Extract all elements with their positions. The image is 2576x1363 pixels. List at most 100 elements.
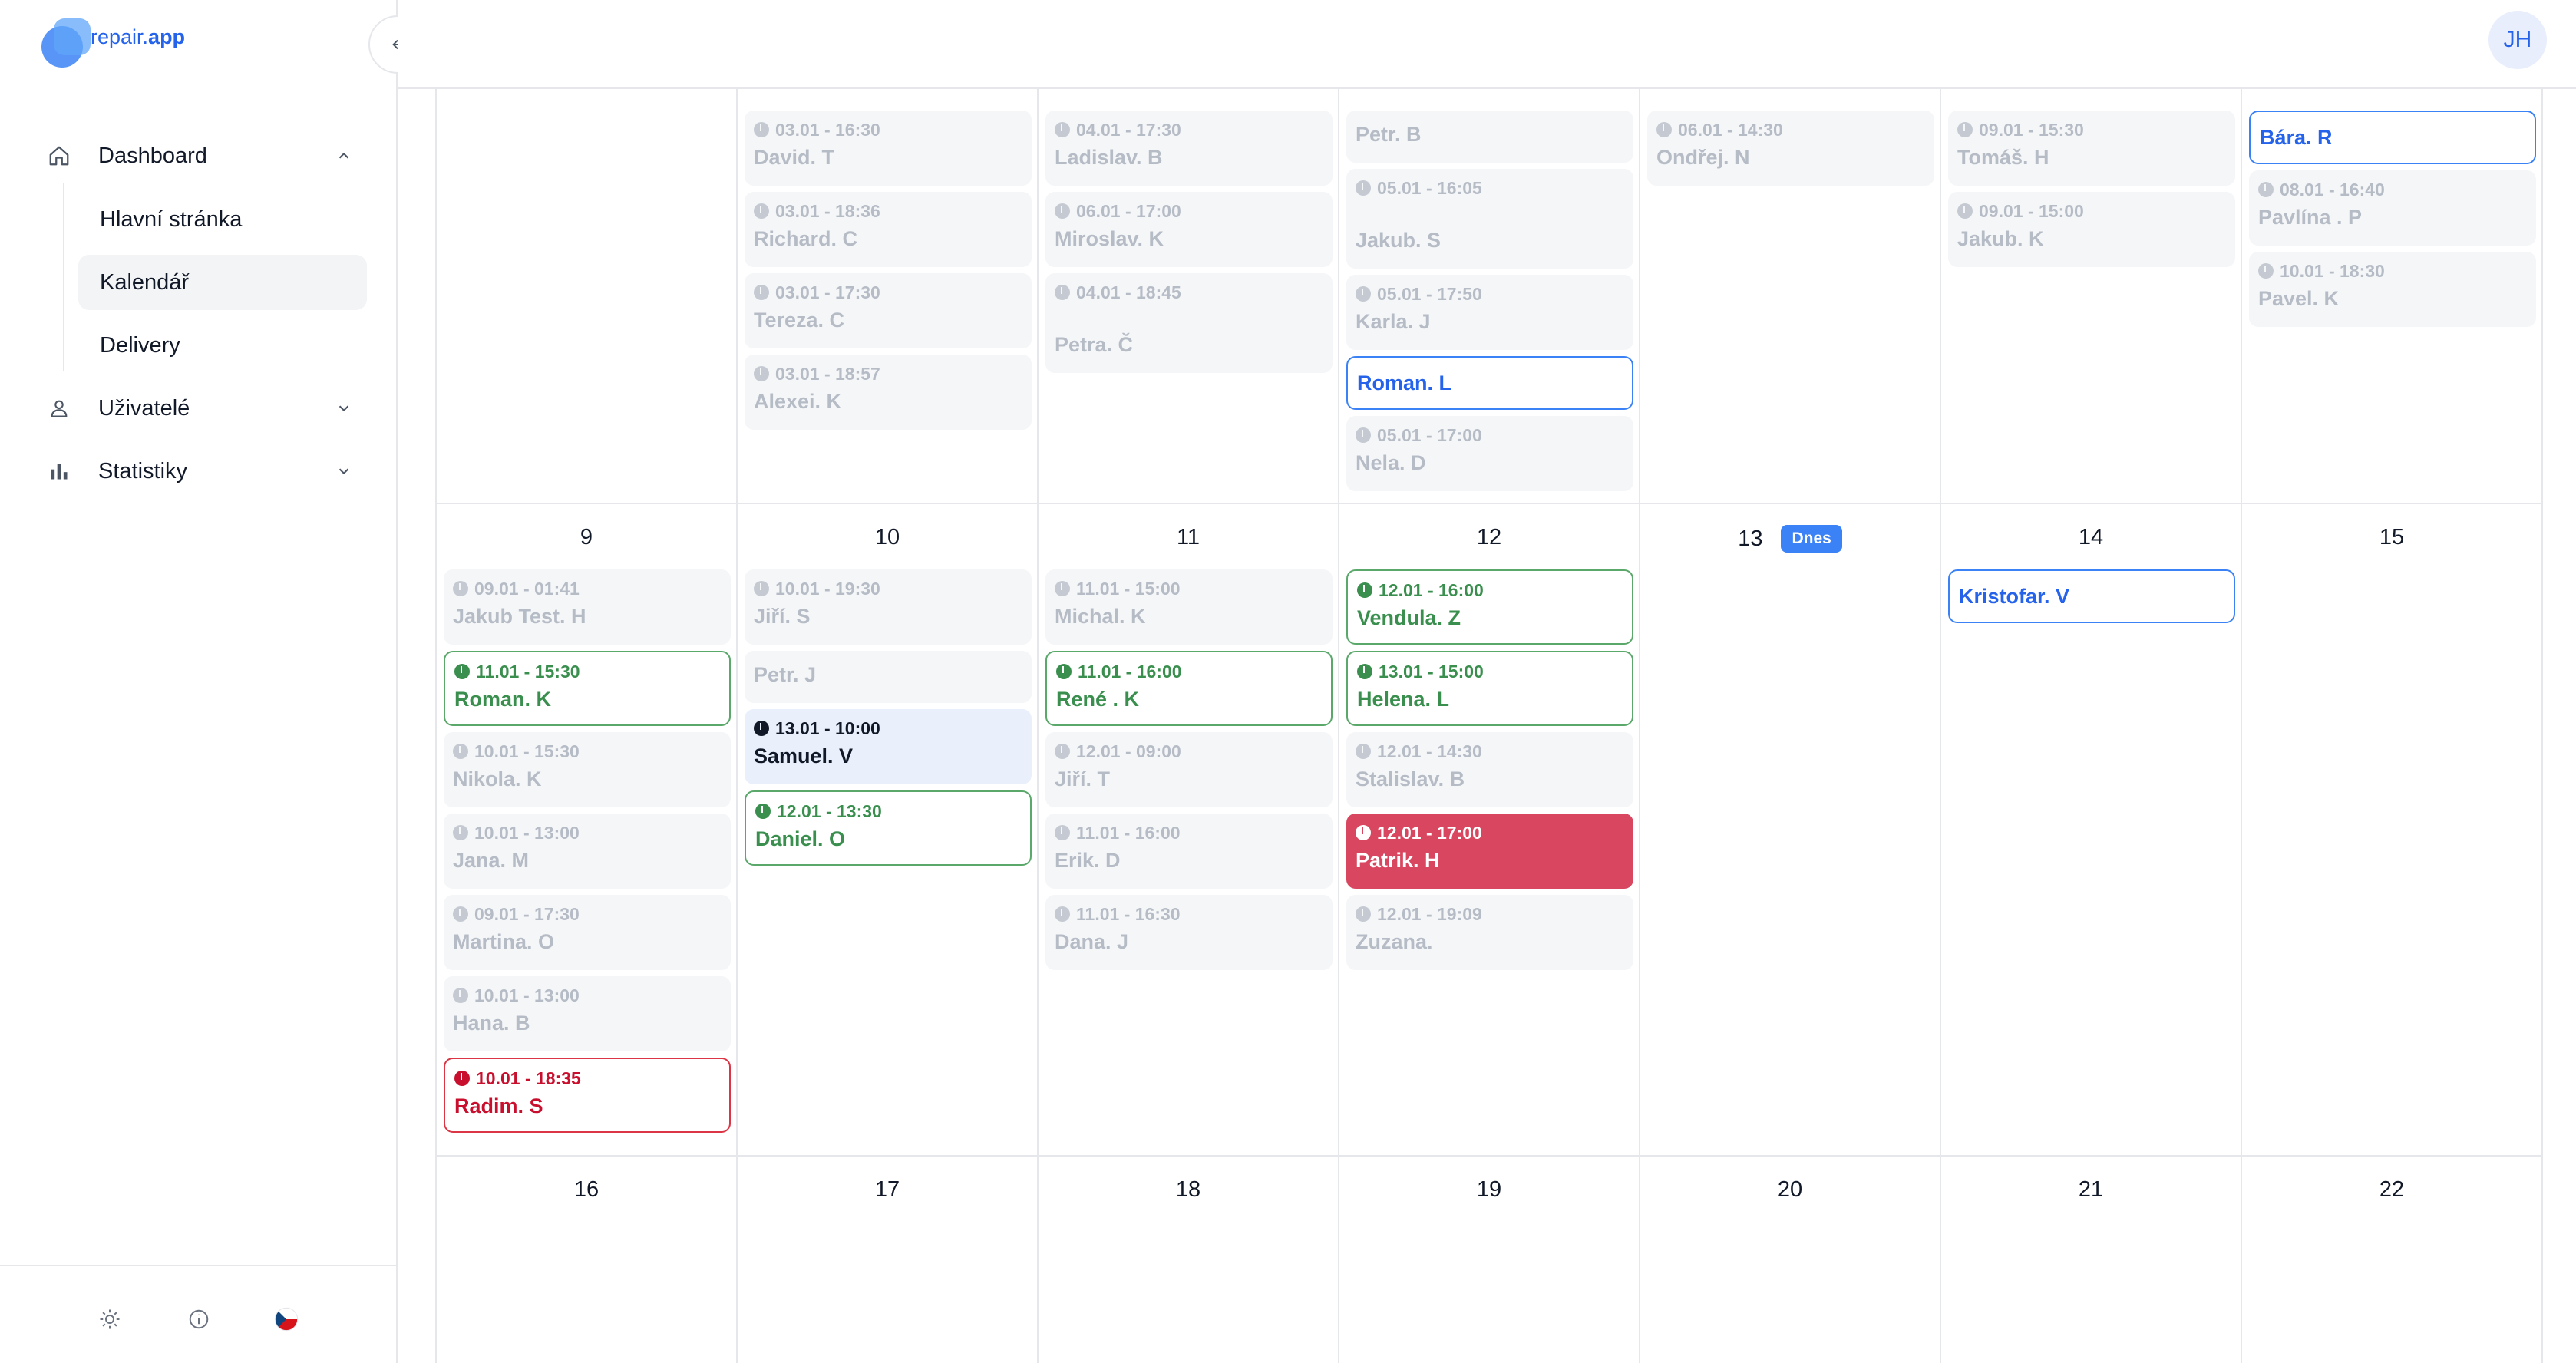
event-card[interactable]: 09.01 - 15:00 Jakub. K — [1948, 192, 2235, 267]
event-time: 10.01 - 13:00 — [453, 984, 722, 1007]
event-customer-name: Roman. L — [1357, 371, 1452, 394]
day-number[interactable]: 19 — [1339, 1177, 1640, 1203]
nav-hlavni-stranka[interactable]: Hlavní stránka — [78, 192, 367, 247]
event-card[interactable]: 06.01 - 14:30 Ondřej. N — [1647, 111, 1934, 186]
event-card[interactable]: 04.01 - 17:30 Ladislav. B — [1045, 111, 1333, 186]
event-card[interactable]: Petr. B — [1346, 111, 1633, 163]
event-card[interactable]: 10.01 - 13:00 Hana. B — [444, 976, 731, 1051]
event-card[interactable]: Roman. L — [1346, 356, 1633, 410]
event-time: 13.01 - 10:00 — [754, 717, 1022, 740]
clock-icon — [1055, 203, 1070, 219]
event-card[interactable]: 10.01 - 13:00 Jana. M — [444, 814, 731, 889]
event-time: 11.01 - 16:30 — [1055, 903, 1323, 926]
calendar-row-divider — [436, 1155, 2542, 1157]
event-card[interactable]: 11.01 - 16:00 Erik. D — [1045, 814, 1333, 889]
event-card[interactable]: 11.01 - 15:30 Roman. K — [444, 651, 731, 726]
event-customer-name: Miroslav. K — [1055, 227, 1164, 250]
event-card[interactable]: 12.01 - 13:30 Daniel. O — [745, 790, 1032, 866]
czech-flag-icon[interactable] — [273, 1306, 299, 1332]
event-card[interactable]: 05.01 - 17:50 Karla. J — [1346, 275, 1633, 350]
day-number[interactable]: 17 — [737, 1177, 1038, 1203]
event-customer-name: Richard. C — [754, 227, 858, 250]
event-card[interactable]: 03.01 - 18:57 Alexei. K — [745, 355, 1032, 430]
day-number[interactable]: 10 — [737, 525, 1038, 550]
event-customer-name: Michal. K — [1055, 605, 1146, 628]
event-card[interactable]: 08.01 - 16:40 Pavlína . P — [2249, 170, 2536, 246]
day-number[interactable]: 15 — [2241, 525, 2542, 550]
event-card[interactable]: 05.01 - 17:00 Nela. D — [1346, 416, 1633, 491]
app-logo[interactable]: repair.app — [41, 18, 185, 68]
calendar-column-divider — [1940, 89, 1941, 1363]
event-card[interactable]: 03.01 - 18:36 Richard. C — [745, 192, 1032, 267]
event-card[interactable]: 10.01 - 18:30 Pavel. K — [2249, 252, 2536, 327]
clock-icon — [454, 1071, 470, 1086]
event-card[interactable]: Petr. J — [745, 651, 1032, 703]
event-card[interactable]: 09.01 - 17:30 Martina. O — [444, 895, 731, 970]
event-customer-name: Jiří. T — [1055, 767, 1111, 790]
event-card[interactable]: 13.01 - 15:00 Helena. L — [1346, 651, 1633, 726]
chevron-down-icon[interactable] — [335, 462, 353, 480]
nav-statistiky-label: Statistiky — [98, 458, 188, 483]
event-card[interactable]: 11.01 - 16:30 Dana. J — [1045, 895, 1333, 970]
day-number[interactable]: 9 — [436, 525, 737, 550]
event-card[interactable]: 12.01 - 14:30 Stalislav. B — [1346, 732, 1633, 807]
day-number[interactable]: 18 — [1038, 1177, 1339, 1203]
event-card[interactable]: 03.01 - 17:30 Tereza. C — [745, 273, 1032, 348]
event-customer-name: Zuzana. — [1356, 930, 1433, 953]
event-card[interactable]: 13.01 - 10:00 Samuel. V — [745, 709, 1032, 784]
event-card[interactable]: 12.01 - 19:09 Zuzana. — [1346, 895, 1633, 970]
event-time-text: 12.01 - 19:09 — [1377, 903, 1482, 924]
nav-delivery[interactable]: Delivery — [78, 318, 367, 373]
event-card[interactable]: 05.01 - 16:05 Jakub. S — [1346, 169, 1633, 269]
clock-icon — [453, 581, 468, 596]
user-avatar[interactable]: JH — [2488, 11, 2547, 69]
event-time: 03.01 - 18:57 — [754, 362, 1022, 385]
day-number[interactable]: 13 Dnes — [1640, 525, 1940, 553]
sun-icon[interactable] — [97, 1306, 123, 1332]
day-number[interactable]: 20 — [1640, 1177, 1940, 1203]
event-time: 12.01 - 17:00 — [1356, 821, 1624, 844]
event-time: 09.01 - 15:30 — [1957, 118, 2226, 141]
event-card[interactable]: 09.01 - 15:30 Tomáš. H — [1948, 111, 2235, 186]
chevron-up-icon[interactable] — [335, 147, 353, 165]
calendar-column-divider — [2541, 89, 2543, 1363]
event-time-text: 03.01 - 18:57 — [775, 363, 880, 384]
nav-kalendar[interactable]: Kalendář — [78, 255, 367, 310]
clock-icon — [755, 804, 771, 819]
nav-dashboard[interactable]: Dashboard — [46, 134, 353, 177]
event-card[interactable]: 04.01 - 18:45 Petra. Č — [1045, 273, 1333, 373]
event-time: 10.01 - 19:30 — [754, 577, 1022, 600]
event-card[interactable]: 12.01 - 16:00 Vendula. Z — [1346, 569, 1633, 645]
event-card[interactable]: 11.01 - 16:00 René . K — [1045, 651, 1333, 726]
day-number[interactable]: 12 — [1339, 525, 1640, 550]
clock-icon — [1356, 744, 1371, 759]
event-card[interactable]: 09.01 - 01:41 Jakub Test. H — [444, 569, 731, 645]
event-time: 10.01 - 18:35 — [454, 1067, 720, 1090]
event-card[interactable]: 12.01 - 17:00 Patrik. H — [1346, 814, 1633, 889]
day-number[interactable]: 16 — [436, 1177, 737, 1203]
day-number[interactable]: 14 — [1940, 525, 2241, 550]
day-number[interactable]: 22 — [2241, 1177, 2542, 1203]
day-number[interactable]: 11 — [1038, 525, 1339, 550]
event-card[interactable]: 12.01 - 09:00 Jiří. T — [1045, 732, 1333, 807]
event-time-text: 03.01 - 17:30 — [775, 282, 880, 302]
event-time: 05.01 - 17:50 — [1356, 282, 1624, 305]
event-card[interactable]: 10.01 - 19:30 Jiří. S — [745, 569, 1032, 645]
event-card[interactable]: 06.01 - 17:00 Miroslav. K — [1045, 192, 1333, 267]
app-name: repair.app — [91, 25, 186, 48]
info-icon[interactable] — [186, 1306, 212, 1332]
event-time: 12.01 - 16:00 — [1357, 579, 1623, 602]
event-card[interactable]: 10.01 - 18:35 Radim. S — [444, 1058, 731, 1133]
event-time-text: 11.01 - 16:30 — [1076, 903, 1181, 924]
nav-statistiky[interactable]: Statistiky — [46, 450, 353, 493]
event-time: 09.01 - 15:00 — [1957, 200, 2226, 223]
event-card[interactable]: Kristofar. V — [1948, 569, 2235, 623]
event-card[interactable]: 03.01 - 16:30 David. T — [745, 111, 1032, 186]
event-card[interactable]: Bára. R — [2249, 111, 2536, 164]
nav-uzivatele[interactable]: Uživatelé — [46, 387, 353, 430]
day-number[interactable]: 21 — [1940, 1177, 2241, 1203]
event-card[interactable]: 11.01 - 15:00 Michal. K — [1045, 569, 1333, 645]
chevron-down-icon[interactable] — [335, 399, 353, 417]
event-time-text: 05.01 - 17:00 — [1377, 424, 1482, 445]
event-card[interactable]: 10.01 - 15:30 Nikola. K — [444, 732, 731, 807]
